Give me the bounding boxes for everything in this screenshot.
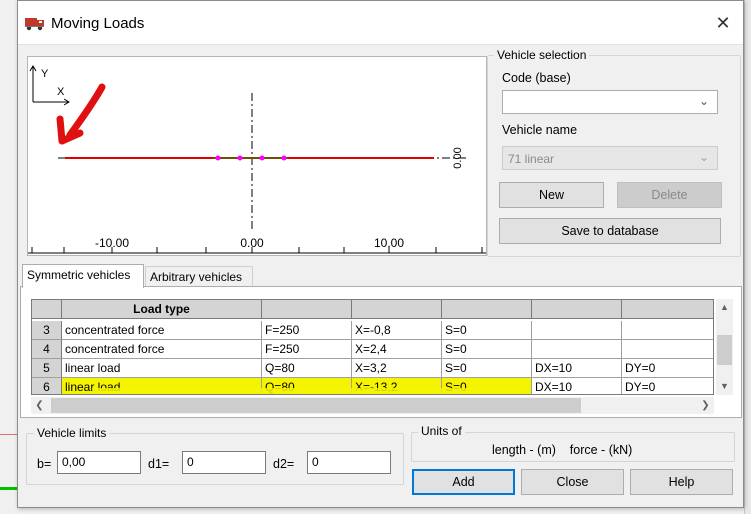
row-number[interactable]: 5: [32, 359, 62, 378]
vehicle-selection-group: Vehicle selection Code (base) ⌄ Vehicle …: [487, 48, 741, 257]
chevron-down-icon: ⌄: [698, 94, 709, 108]
vertical-scrollbar[interactable]: ▲ ▼: [716, 299, 733, 395]
load-point: [281, 155, 287, 161]
scroll-thumb[interactable]: [51, 398, 581, 413]
horizontal-scrollbar[interactable]: ❮ ❯: [31, 397, 714, 414]
column-header[interactable]: [532, 300, 622, 319]
annotation-arrow: [56, 83, 106, 145]
load-type-cell[interactable]: concentrated force: [62, 321, 262, 340]
scroll-left-icon[interactable]: ❮: [31, 397, 48, 414]
tab-symmetric-vehicles[interactable]: Symmetric vehicles: [22, 264, 144, 288]
code-select[interactable]: ⌄: [502, 90, 718, 114]
units-text: length - (m) force - (kN): [492, 443, 633, 457]
param-cell[interactable]: X=-0,8: [352, 321, 442, 340]
y-value-label: 0.00: [452, 147, 464, 168]
vehicle-name-label: Vehicle name: [502, 123, 578, 137]
param-cell[interactable]: [622, 340, 713, 359]
param-cell[interactable]: Q=80: [262, 359, 352, 378]
axis-x-label: X: [57, 86, 65, 98]
param-cell[interactable]: DX=10: [532, 359, 622, 378]
units-group: Units of length - (m) force - (kN): [411, 424, 735, 462]
vehicle-selection-legend: Vehicle selection: [494, 48, 590, 62]
d1-field[interactable]: 0: [182, 451, 266, 474]
d2-label: d2=: [273, 457, 295, 471]
background-window-edge: [744, 0, 751, 514]
param-cell[interactable]: F=250: [262, 340, 352, 359]
x-tick-label: 0.00: [240, 236, 264, 250]
scroll-up-icon[interactable]: ▲: [716, 299, 733, 316]
param-cell[interactable]: F=250: [262, 321, 352, 340]
column-header[interactable]: [32, 300, 62, 319]
scroll-right-icon[interactable]: ❯: [697, 397, 714, 414]
help-button[interactable]: Help: [630, 469, 733, 495]
row-number[interactable]: 6: [32, 378, 62, 394]
add-button[interactable]: Add: [412, 469, 515, 495]
vehicle-preview: Y X 0.00 -10.00 0.00 10.00: [27, 56, 487, 256]
d2-field[interactable]: 0: [307, 451, 391, 474]
vehicle-limits-legend: Vehicle limits: [34, 426, 110, 440]
column-header[interactable]: [352, 300, 442, 319]
vehicle-name-value: 71 linear: [508, 152, 555, 166]
param-cell[interactable]: [532, 321, 622, 340]
column-header[interactable]: [442, 300, 532, 319]
tab-panel: Load type 3 concentrated force F=250 X=-…: [20, 286, 742, 418]
code-label: Code (base): [502, 71, 571, 85]
param-cell[interactable]: X=2,4: [352, 340, 442, 359]
param-cell[interactable]: DX=10: [532, 378, 622, 394]
delete-button[interactable]: Delete: [617, 182, 722, 208]
close-button[interactable]: Close: [521, 469, 624, 495]
column-header[interactable]: [262, 300, 352, 319]
load-point: [259, 155, 265, 161]
table-header-row: Load type: [32, 300, 713, 319]
title-bar: Moving Loads ✕: [18, 1, 743, 45]
load-type-cell[interactable]: linear load: [62, 359, 262, 378]
close-window-button[interactable]: ✕: [707, 9, 739, 37]
b-label: b=: [37, 457, 52, 471]
param-cell[interactable]: [532, 340, 622, 359]
chevron-down-icon: ⌄: [698, 150, 709, 164]
tab-arbitrary-vehicles[interactable]: Arbitrary vehicles: [145, 266, 253, 288]
moving-loads-dialog: Moving Loads ✕ Y X 0.00 -10.00 0.00 10.0…: [17, 0, 744, 508]
vehicle-limits-group: Vehicle limits b= 0,00 d1= 0 d2= 0: [26, 426, 404, 485]
load-point: [237, 155, 243, 161]
b-field[interactable]: 0,00: [57, 451, 141, 474]
param-cell[interactable]: X=3,2: [352, 359, 442, 378]
param-cell[interactable]: S=0: [442, 340, 532, 359]
background-green-line: [0, 487, 17, 490]
d1-label: d1=: [148, 457, 170, 471]
param-cell[interactable]: DY=0: [622, 359, 713, 378]
save-to-database-button[interactable]: Save to database: [499, 218, 721, 244]
param-cell[interactable]: S=0: [442, 359, 532, 378]
row-number[interactable]: 3: [32, 321, 62, 340]
window-title: Moving Loads: [51, 15, 145, 32]
vehicle-name-select[interactable]: 71 linear ⌄: [502, 146, 718, 170]
scroll-down-icon[interactable]: ▼: [716, 378, 733, 395]
table-row[interactable]: 5 linear load Q=80 X=3,2 S=0 DX=10 DY=0: [32, 359, 713, 378]
background-red-line: [0, 434, 17, 435]
scroll-thumb[interactable]: [717, 335, 732, 365]
x-tick-label: 10.00: [374, 236, 404, 250]
truck-icon: [25, 18, 44, 31]
column-header[interactable]: [622, 300, 713, 319]
param-cell[interactable]: [622, 321, 713, 340]
param-cell[interactable]: DY=0: [622, 378, 713, 394]
new-button[interactable]: New: [499, 182, 604, 208]
load-table: Load type 3 concentrated force F=250 X=-…: [31, 299, 714, 395]
highlighter-stroke: [92, 388, 522, 394]
x-tick-label: -10.00: [95, 236, 129, 250]
axis-y-label: Y: [41, 68, 49, 80]
row-number[interactable]: 4: [32, 340, 62, 359]
load-point: [215, 155, 221, 161]
table-row[interactable]: 3 concentrated force F=250 X=-0,8 S=0: [32, 321, 713, 340]
table-row[interactable]: 4 concentrated force F=250 X=2,4 S=0: [32, 340, 713, 359]
load-type-cell[interactable]: concentrated force: [62, 340, 262, 359]
column-header-load-type[interactable]: Load type: [62, 300, 262, 319]
param-cell[interactable]: S=0: [442, 321, 532, 340]
units-legend: Units of: [418, 424, 465, 438]
